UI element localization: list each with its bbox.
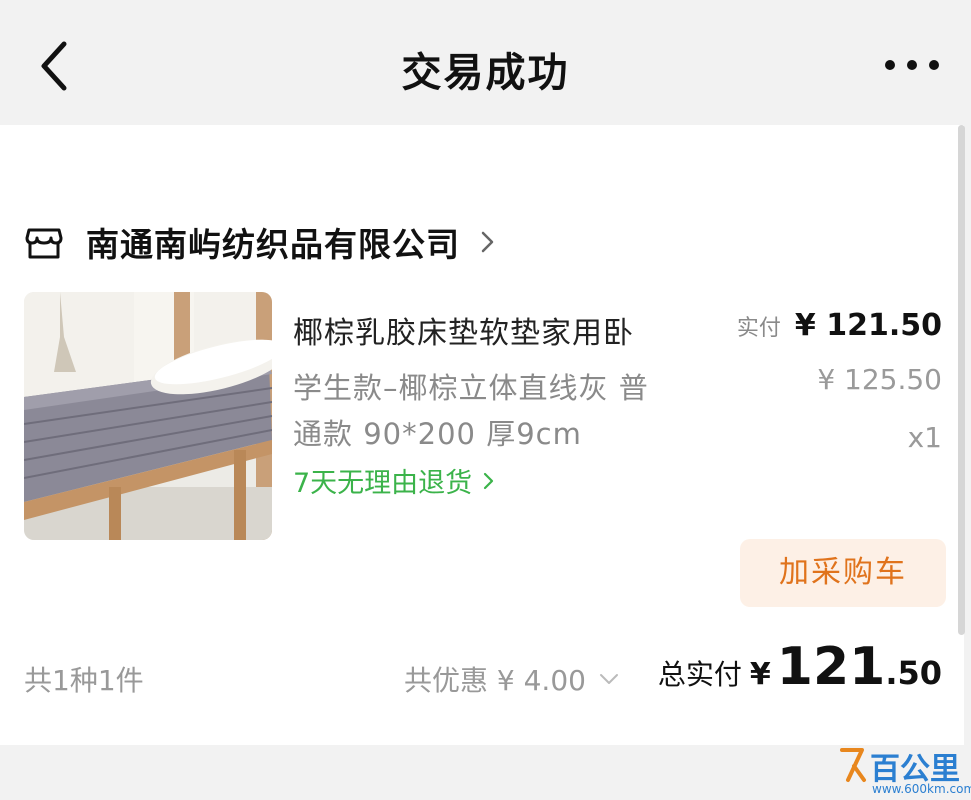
product-spec-line-2: 通款 90*200 厚9cm <box>293 417 582 451</box>
total-label: 总实付 <box>657 658 742 691</box>
product-spec-line-1: 学生款–椰棕立体直线灰 普 <box>293 371 649 405</box>
total-amount-decimal: .50 <box>885 654 942 692</box>
nav-bar: 交易成功 <box>0 0 971 125</box>
add-to-cart-button[interactable]: 加采购车 <box>740 539 946 607</box>
watermark: 百公里 www.600km.com <box>838 744 971 798</box>
more-options-icon[interactable] <box>883 48 947 80</box>
item-count: 共1种1件 <box>24 664 144 697</box>
paid-price: ¥ 121.50 <box>794 308 942 343</box>
chevron-right-icon <box>484 472 494 489</box>
product-image[interactable] <box>24 292 272 540</box>
scrollbar[interactable] <box>958 125 965 635</box>
order-card: 南通南屿纺织品有限公司 椰棕乳胶床垫软垫家用卧 学生款–椰棕立体直线灰 普 通款… <box>0 125 964 745</box>
paid-price-row: 实付 ¥ 121.50 <box>737 308 942 343</box>
page-title: 交易成功 <box>401 50 570 96</box>
original-price: ¥ 125.50 <box>817 363 942 396</box>
shop-icon <box>25 228 63 259</box>
quantity: x1 <box>907 421 942 454</box>
discount-label: 共优惠 ¥ 4.00 <box>404 664 586 697</box>
watermark-url: www.600km.com <box>872 782 971 796</box>
paid-label: 实付 <box>736 316 781 341</box>
shop-name: 南通南屿纺织品有限公司 <box>86 225 460 264</box>
return-policy-label: 7天无理由退货 <box>293 468 473 499</box>
shop-link[interactable]: 南通南屿纺织品有限公司 <box>24 217 498 267</box>
total-currency: ¥ <box>749 657 771 692</box>
total-amount-integer: 121 <box>776 637 886 697</box>
return-policy-link[interactable]: 7天无理由退货 <box>293 461 496 500</box>
chevron-down-icon <box>599 674 618 684</box>
product-title[interactable]: 椰棕乳胶床垫软垫家用卧 <box>293 308 634 352</box>
chevron-right-icon <box>481 231 494 253</box>
discount-toggle[interactable]: 共优惠 ¥ 4.00 <box>404 659 620 699</box>
watermark-logo-icon <box>840 748 866 782</box>
total-paid: 总实付 ¥ 121 .50 <box>658 637 942 697</box>
